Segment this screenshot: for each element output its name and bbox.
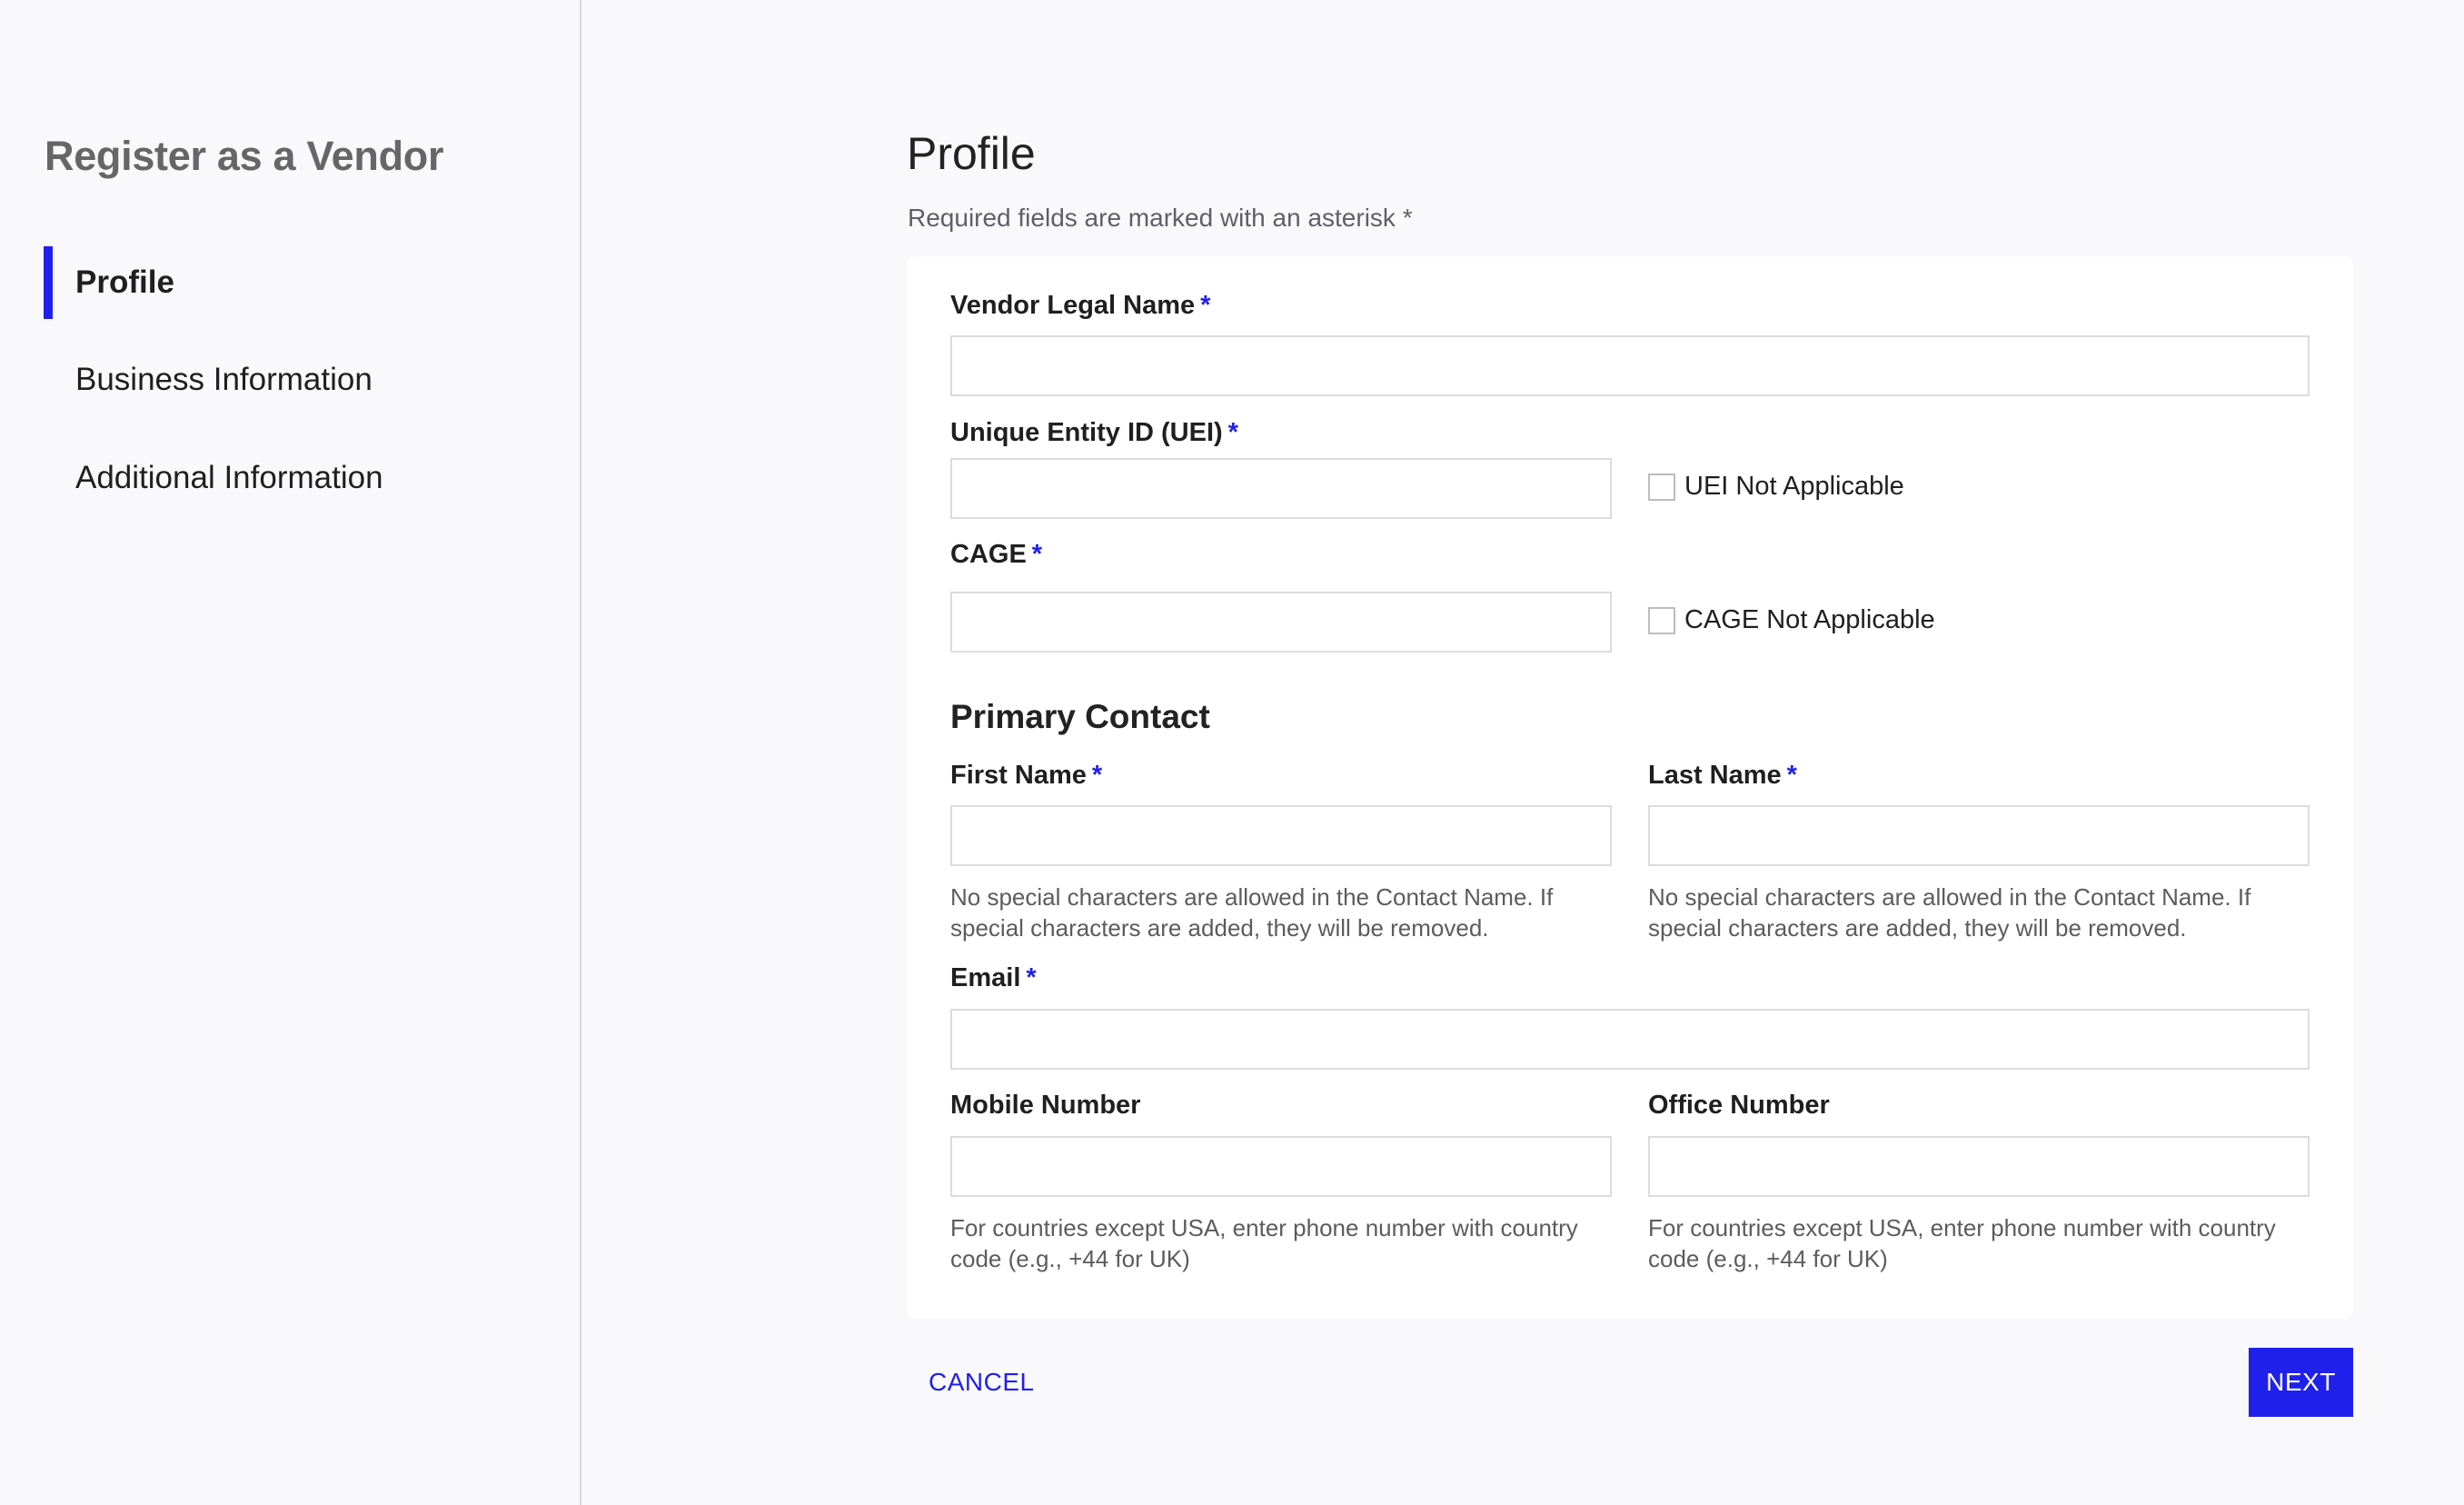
first-name-label: First Name * [950,761,1103,790]
sidebar-item-label: Business Information [75,362,373,397]
required-asterisk: * [1026,963,1037,992]
sidebar-divider [580,0,581,1505]
uei-label: Unique Entity ID (UEI) * [950,418,1238,447]
checkbox-unchecked-icon[interactable] [1648,606,1675,634]
last-name-input[interactable] [1648,805,2310,866]
last-name-label: Last Name * [1648,761,1797,790]
office-number-helper-text: For countries except USA, enter phone nu… [1648,1214,2276,1272]
mobile-number-label: Mobile Number [950,1091,1141,1120]
cancel-button[interactable]: CANCEL [918,1348,1046,1417]
uei-not-applicable-checkbox[interactable]: UEI Not Applicable [1648,472,1904,502]
sidebar-item-label: Profile [75,264,174,300]
office-number-input[interactable] [1648,1136,2310,1197]
required-asterisk: * [1091,761,1103,790]
vendor-legal-name-input[interactable] [950,335,2310,396]
sidebar-item-additional-information[interactable]: Additional Information [44,442,552,514]
required-asterisk: * [1786,761,1797,790]
next-button[interactable]: NEXT [2249,1348,2353,1417]
email-input[interactable] [950,1009,2310,1070]
sidebar-item-label: Additional Information [75,460,383,495]
active-indicator [44,246,53,319]
sidebar: Register as a Vendor Profile Business In… [0,0,580,1505]
uei-input[interactable] [950,458,1612,519]
required-fields-note: Required fields are marked with an aster… [908,204,1413,232]
primary-contact-heading: Primary Contact [950,698,1210,735]
mobile-number-input[interactable] [950,1136,1612,1197]
first-name-input[interactable] [950,805,1612,866]
last-name-helper-text: No special characters are allowed in the… [1648,883,2251,942]
cage-not-applicable-label: CAGE Not Applicable [1684,605,1935,634]
sidebar-item-business-information[interactable]: Business Information [44,344,552,416]
checkbox-unchecked-icon[interactable] [1648,473,1675,501]
sidebar-item-profile[interactable]: Profile [44,246,552,319]
cage-label: CAGE * [950,540,1043,569]
required-asterisk: * [1200,291,1211,320]
email-label: Email * [950,963,1037,992]
first-name-helper-text: No special characters are allowed in the… [950,883,1554,942]
office-number-label: Office Number [1648,1091,1830,1120]
uei-not-applicable-label: UEI Not Applicable [1684,472,1904,501]
cage-not-applicable-checkbox[interactable]: CAGE Not Applicable [1648,605,1935,635]
page-title: Profile [907,128,1036,179]
cage-input[interactable] [950,592,1612,653]
mobile-number-helper-text: For countries except USA, enter phone nu… [950,1214,1578,1272]
required-asterisk: * [1227,418,1238,447]
required-asterisk: * [1031,540,1043,569]
sidebar-title: Register as a Vendor [45,133,444,179]
vendor-legal-name-label: Vendor Legal Name * [950,291,1211,320]
